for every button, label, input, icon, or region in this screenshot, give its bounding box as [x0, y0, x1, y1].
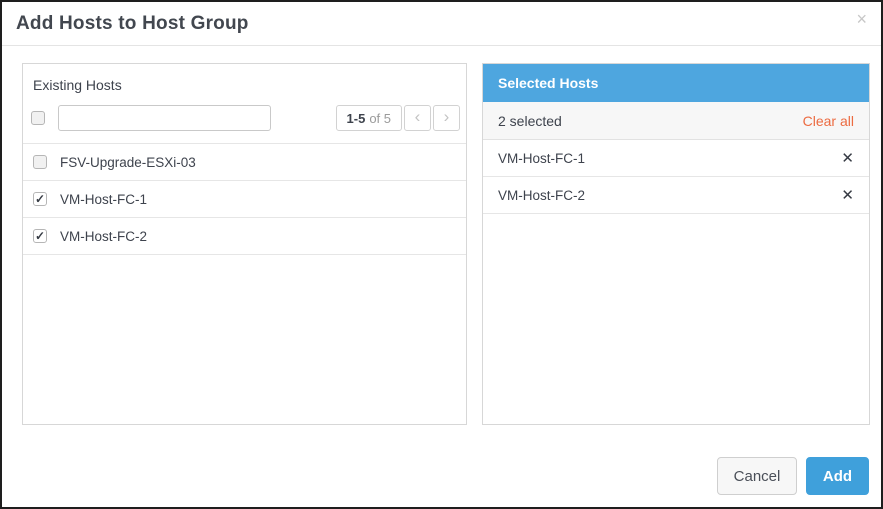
host-name: VM-Host-FC-2: [498, 187, 585, 203]
host-name: VM-Host-FC-1: [498, 150, 585, 166]
existing-host-row[interactable]: ✓ VM-Host-FC-1: [23, 181, 466, 218]
close-icon[interactable]: ×: [856, 10, 867, 28]
selected-host-row: VM-Host-FC-2 ✕: [483, 177, 869, 214]
pagination-range: 1-5 of 5: [335, 105, 402, 131]
existing-hosts-controls: ✓ 1-5 of 5 ‹ ›: [23, 95, 466, 144]
pagination: 1-5 of 5 ‹ ›: [335, 105, 460, 131]
pagination-range-value: 1-5: [346, 110, 366, 126]
clear-all-link[interactable]: Clear all: [803, 113, 854, 129]
pagination-total: of 5: [369, 110, 391, 126]
selected-count: 2 selected: [498, 112, 562, 129]
selected-host-row: VM-Host-FC-1 ✕: [483, 140, 869, 177]
pagination-next-button[interactable]: ›: [433, 105, 460, 131]
pagination-prev-button[interactable]: ‹: [404, 105, 431, 131]
selected-hosts-panel: Selected Hosts 2 selected Clear all VM-H…: [482, 63, 870, 425]
add-hosts-dialog: Add Hosts to Host Group × Existing Hosts…: [0, 0, 883, 509]
add-button[interactable]: Add: [806, 457, 869, 495]
select-all-checkbox[interactable]: ✓: [31, 111, 45, 125]
host-checkbox[interactable]: ✓: [33, 192, 47, 206]
existing-host-row[interactable]: ✓ FSV-Upgrade-ESXi-03: [23, 144, 466, 181]
search-input[interactable]: [58, 105, 271, 131]
cancel-button[interactable]: Cancel: [717, 457, 797, 495]
existing-hosts-list: ✓ FSV-Upgrade-ESXi-03 ✓ VM-Host-FC-1 ✓ V…: [23, 144, 466, 255]
host-checkbox[interactable]: ✓: [33, 155, 47, 169]
check-icon: ✓: [34, 191, 46, 206]
dialog-title: Add Hosts to Host Group: [16, 12, 249, 34]
host-name: VM-Host-FC-1: [60, 191, 147, 207]
host-checkbox[interactable]: ✓: [33, 229, 47, 243]
host-name: VM-Host-FC-2: [60, 228, 147, 244]
selected-hosts-header: Selected Hosts: [483, 64, 869, 102]
dialog-footer: Cancel Add: [717, 457, 869, 495]
existing-hosts-title: Existing Hosts: [33, 77, 122, 93]
existing-hosts-panel: Existing Hosts ✓ 1-5 of 5 ‹ › ✓ FSV-Upgr…: [22, 63, 467, 425]
remove-host-icon[interactable]: ✕: [841, 151, 854, 166]
existing-host-row[interactable]: ✓ VM-Host-FC-2: [23, 218, 466, 255]
host-name: FSV-Upgrade-ESXi-03: [60, 154, 196, 170]
selected-count-bar: 2 selected Clear all: [483, 102, 869, 140]
dialog-title-bar: Add Hosts to Host Group ×: [2, 2, 881, 46]
check-icon: ✓: [34, 228, 46, 243]
remove-host-icon[interactable]: ✕: [841, 188, 854, 203]
